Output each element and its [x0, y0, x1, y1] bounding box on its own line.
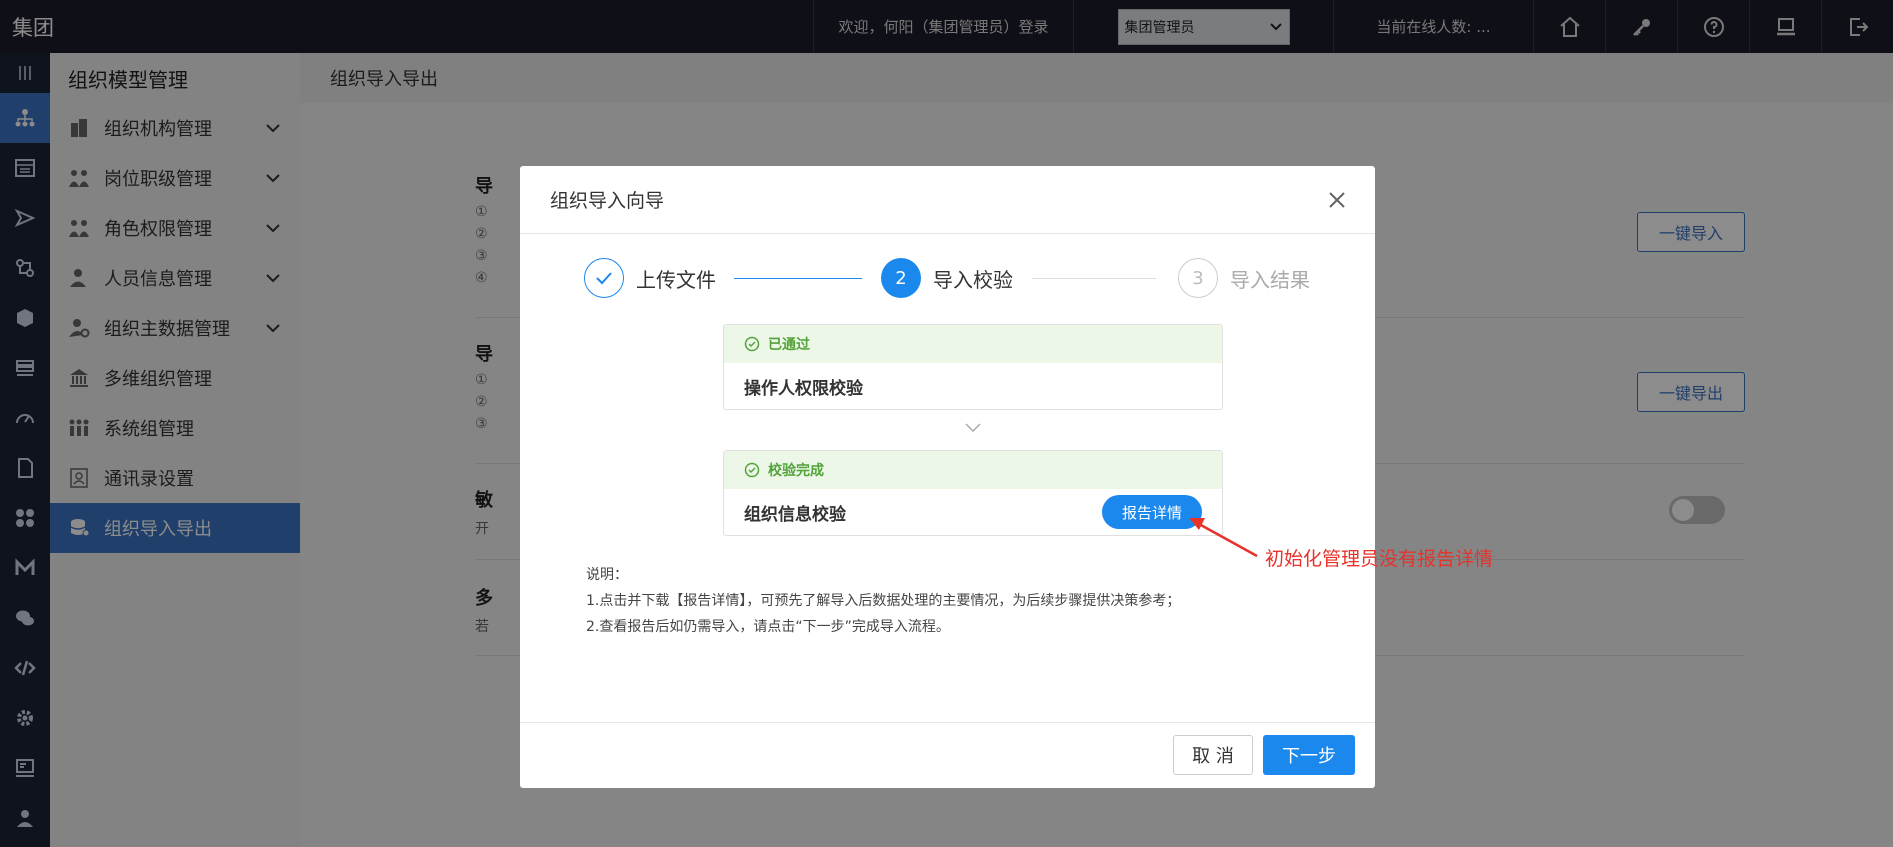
step-label: 导入结果: [1230, 267, 1310, 292]
modal-footer: 取 消 下一步: [520, 722, 1375, 788]
chevron-down-icon: [965, 423, 981, 433]
instructions: 说明： 1.点击并下载【报告详情】，可预先了解导入后数据处理的主要情况，为后续步…: [586, 562, 1180, 640]
check-name: 组织信息校验: [744, 504, 846, 525]
step-result: 3 导入结果: [1178, 258, 1310, 298]
check-status-text: 校验完成: [768, 463, 824, 479]
step-upload: 上传文件: [584, 258, 716, 298]
check-status-text: 已通过: [768, 337, 810, 353]
check-card-permission: 已通过 操作人权限校验: [723, 324, 1223, 410]
annotation-arrow-icon: [1189, 518, 1258, 558]
check-circle-icon: [744, 462, 760, 478]
cancel-button[interactable]: 取 消: [1173, 735, 1253, 775]
check-icon: [584, 258, 624, 298]
check-circle-icon: [744, 336, 760, 352]
instructions-line-1: 1.点击并下载【报告详情】，可预先了解导入后数据处理的主要情况，为后续步骤提供决…: [586, 593, 1181, 609]
step-label: 上传文件: [636, 267, 716, 292]
step-number: 3: [1178, 258, 1218, 298]
check-status: 校验完成: [724, 451, 1222, 489]
next-step-button[interactable]: 下一步: [1263, 735, 1355, 775]
close-icon[interactable]: [1325, 188, 1349, 212]
wizard-steps: 上传文件 2 导入校验 3 导入结果: [584, 258, 1324, 302]
import-wizard-modal: 组织导入向导 上传文件 2 导入校验 3 导入结果 已通过 操作人权限校验 校验…: [520, 166, 1375, 788]
check-name: 操作人权限校验: [744, 378, 863, 399]
modal-header: 组织导入向导: [520, 166, 1375, 234]
annotation-note: 初始化管理员没有报告详情: [1265, 548, 1494, 570]
instructions-line-2: 2.查看报告后如仍需导入，请点击“下一步”完成导入流程。: [586, 619, 950, 635]
step-number: 2: [881, 258, 921, 298]
check-card-org-info: 校验完成 组织信息校验 报告详情: [723, 450, 1223, 536]
step-connector: [1032, 278, 1156, 279]
check-status: 已通过: [724, 325, 1222, 363]
instructions-title: 说明：: [586, 567, 628, 583]
check-body: 组织信息校验 报告详情: [724, 489, 1222, 535]
step-label: 导入校验: [933, 267, 1013, 292]
modal-title: 组织导入向导: [550, 190, 665, 212]
step-connector: [734, 278, 862, 279]
step-validate: 2 导入校验: [881, 258, 1013, 298]
